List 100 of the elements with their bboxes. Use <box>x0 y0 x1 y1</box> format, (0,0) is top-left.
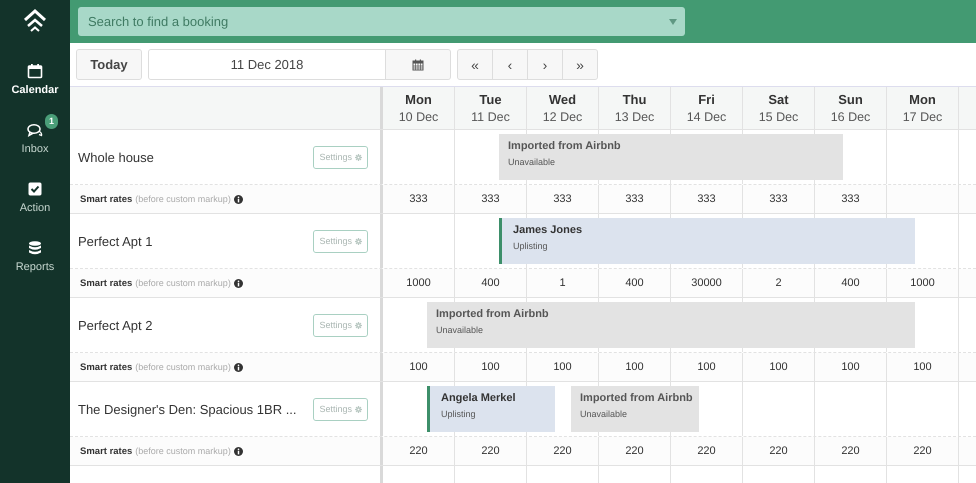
settings-icon <box>355 154 362 160</box>
today-button[interactable]: Today <box>76 49 142 80</box>
nav-button[interactable]: › <box>527 49 563 80</box>
rates-label: Smart rates <box>80 278 132 288</box>
count-badge: 1 <box>45 114 58 129</box>
rate-value: 100 <box>625 361 644 373</box>
search-field[interactable]: Search to find a booking <box>78 7 685 36</box>
info-icon <box>234 194 243 204</box>
rate-value: 100 <box>409 361 428 373</box>
rate-value: 333 <box>481 193 500 205</box>
booking-source: Unavailable <box>436 325 484 335</box>
rates-note: (before custom markup) <box>135 362 231 372</box>
booking-bar[interactable]: Imported from Airbnb Unavailable <box>427 302 915 348</box>
rate-value: 100 <box>913 361 932 373</box>
weekday-label: Mon <box>405 92 432 107</box>
rate-value: 400 <box>841 277 860 289</box>
settings-icon <box>355 322 362 328</box>
rate-value: 400 <box>481 277 500 289</box>
calendar-icon <box>27 63 43 79</box>
info-icon <box>234 446 243 456</box>
rate-value: 333 <box>409 193 428 205</box>
rate-value: 333 <box>841 193 860 205</box>
sidebar-item[interactable]: Inbox 1 <box>0 113 70 172</box>
date-label: 17 Dec <box>902 110 942 124</box>
date-label: 12 Dec <box>542 110 582 124</box>
rate-value: 100 <box>769 361 788 373</box>
rate-value: 220 <box>913 445 932 457</box>
database-icon <box>27 240 43 256</box>
date-label: 15 Dec <box>758 110 798 124</box>
rates-label: Smart rates <box>80 446 132 456</box>
weekday-label: Tue <box>479 92 502 107</box>
nav-button[interactable]: ‹ <box>492 49 528 80</box>
weekday-label: Thu <box>622 92 646 107</box>
rate-value: 333 <box>625 193 644 205</box>
date-label: 16 Dec <box>830 110 870 124</box>
sidebar-item[interactable]: Calendar <box>0 54 70 113</box>
rate-value: 333 <box>769 193 788 205</box>
rate-value: 1000 <box>910 277 935 289</box>
nav-button[interactable]: » <box>562 49 598 80</box>
rates-label: Smart rates <box>80 362 132 372</box>
nav-button[interactable]: « <box>457 49 493 80</box>
rate-value: 333 <box>697 193 716 205</box>
weekday-label: Sat <box>768 92 789 107</box>
rates-label: Smart rates <box>80 194 132 204</box>
booking-bar[interactable]: James Jones Uplisting <box>499 218 915 264</box>
booking-source: Uplisting <box>513 241 549 251</box>
booking-source: Unavailable <box>508 157 556 167</box>
booking-bar[interactable]: Angela Merkel Uplisting <box>427 386 555 432</box>
booking-title: Angela Merkel <box>441 392 517 404</box>
rate-value: 100 <box>553 361 572 373</box>
booking-source: Unavailable <box>580 409 628 419</box>
rate-value: 220 <box>625 445 644 457</box>
booking-title: Imported from Airbnb <box>580 392 690 404</box>
rate-value: 220 <box>697 445 716 457</box>
checkbox-icon <box>27 181 43 197</box>
booking-bar[interactable]: Imported from Airbnb Unavailable <box>571 386 699 432</box>
caret-icon <box>669 19 677 25</box>
rate-value: 100 <box>841 361 860 373</box>
date-field[interactable]: 11 Dec 2018 <box>148 49 386 80</box>
rate-value: 333 <box>553 193 572 205</box>
rates-note: (before custom markup) <box>135 278 231 288</box>
rates-note: (before custom markup) <box>135 446 231 456</box>
listing-name: The Designer's Den: Spacious 1BR ... <box>78 402 298 416</box>
calendar-button[interactable] <box>386 49 451 80</box>
rate-value: 220 <box>553 445 572 457</box>
settings-icon <box>355 406 362 412</box>
rate-value: 220 <box>409 445 428 457</box>
rate-value: 30000 <box>691 277 722 289</box>
booking-title: Imported from Airbnb <box>436 308 550 320</box>
weekday-label: Wed <box>548 92 576 107</box>
weekday-label: Mon <box>909 92 936 107</box>
rate-value: 100 <box>697 361 716 373</box>
date-label: 14 Dec <box>686 110 726 124</box>
rate-value: 2 <box>775 277 782 289</box>
rate-value: 220 <box>481 445 500 457</box>
date-label: 13 Dec <box>614 110 654 124</box>
rate-value: 100 <box>481 361 500 373</box>
booking-source: Uplisting <box>441 409 477 419</box>
logo-icon[interactable] <box>22 8 48 34</box>
listing-name: Perfect Apt 1 <box>78 234 154 248</box>
rates-note: (before custom markup) <box>135 194 231 204</box>
booking-bar[interactable]: Imported from Airbnb Unavailable <box>499 134 843 180</box>
rate-value: 220 <box>769 445 788 457</box>
listing-name: Perfect Apt 2 <box>78 318 154 332</box>
date-label: 10 Dec <box>398 110 438 124</box>
rate-value: 220 <box>841 445 860 457</box>
rate-value: 1000 <box>406 277 431 289</box>
info-icon <box>234 362 243 372</box>
sidebar-item[interactable]: Reports <box>0 231 70 290</box>
speech-bubbles-icon <box>27 122 43 138</box>
rate-value: 1 <box>559 277 566 289</box>
weekday-label: Sun <box>838 92 863 107</box>
sidebar-item[interactable]: Action <box>0 172 70 231</box>
rate-value: 400 <box>625 277 644 289</box>
date-label: 11 Dec <box>471 110 510 124</box>
listing-name: Whole house <box>78 150 155 164</box>
booking-title: Imported from Airbnb <box>508 140 622 152</box>
booking-title: James Jones <box>513 224 584 236</box>
settings-icon <box>355 238 362 244</box>
calendar-icon <box>412 58 424 70</box>
